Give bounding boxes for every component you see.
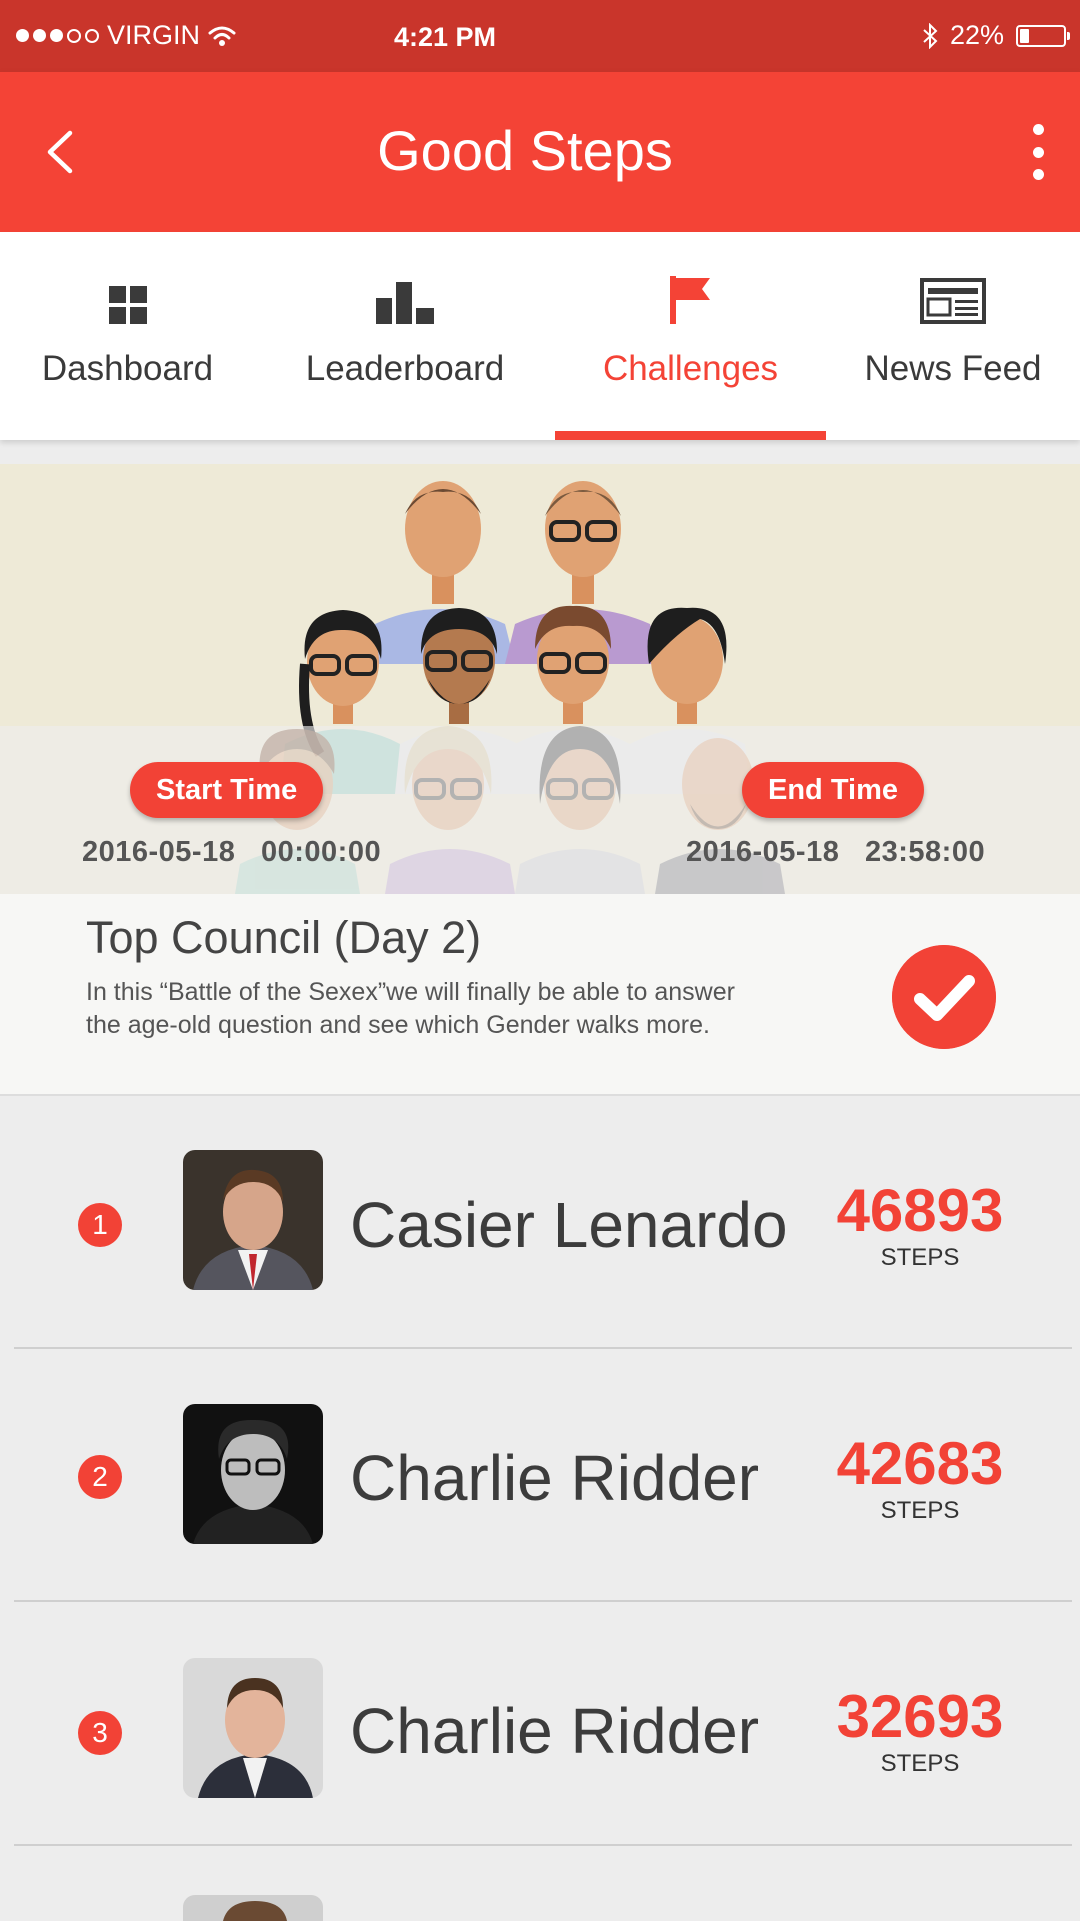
battery-icon bbox=[1016, 24, 1070, 47]
start-datetime: 2016-05-18 00:00:00 bbox=[82, 836, 382, 868]
avatar bbox=[183, 1150, 323, 1290]
step-count: 42683 STEPS bbox=[800, 1433, 1040, 1525]
rank-badge: 2 bbox=[78, 1455, 122, 1499]
tab-challenges[interactable]: Challenges bbox=[555, 232, 826, 440]
checkmark-icon[interactable] bbox=[892, 945, 996, 1049]
list-item[interactable]: 1 Casier Lenardo 46893 STEPS bbox=[0, 1096, 1080, 1349]
tab-leaderboard[interactable]: Leaderboard bbox=[255, 232, 555, 440]
list-item[interactable]: 3 Charlie Ridder 32693 STEPS bbox=[0, 1602, 1080, 1846]
avatar bbox=[183, 1895, 323, 1921]
avatar bbox=[183, 1404, 323, 1544]
rank-badge: 1 bbox=[78, 1203, 122, 1247]
step-count: 32693 STEPS bbox=[800, 1686, 1040, 1778]
step-unit: STEPS bbox=[880, 1497, 960, 1524]
more-vertical-icon[interactable] bbox=[1020, 124, 1056, 180]
tab-label: Dashboard bbox=[41, 349, 214, 388]
tab-label: Leaderboard bbox=[305, 349, 505, 388]
status-right-group: 22% bbox=[922, 20, 1070, 51]
participant-name: Casier Lenardo bbox=[350, 1189, 788, 1261]
tab-label: News Feed bbox=[864, 349, 1042, 388]
step-value: 42683 bbox=[836, 1430, 1004, 1497]
challenge-description: In this “Battle of the Sexex”we will fin… bbox=[86, 978, 735, 1039]
participant-name: Charlie Ridder bbox=[350, 1695, 760, 1767]
rank-badge: 3 bbox=[78, 1711, 122, 1755]
app-title: Good Steps bbox=[377, 119, 673, 182]
step-unit: STEPS bbox=[880, 1244, 960, 1271]
end-datetime: 2016-05-18 23:58:00 bbox=[686, 836, 986, 868]
step-unit: STEPS bbox=[880, 1750, 960, 1777]
app-bar: Good Steps bbox=[0, 72, 1080, 232]
participant-name: Charlie Ridder bbox=[350, 1442, 760, 1514]
challenge-title: Top Council (Day 2) bbox=[86, 912, 482, 963]
status-bar: VIRGIN 4:21 PM 22% bbox=[0, 0, 1080, 72]
step-value: 46893 bbox=[836, 1177, 1004, 1244]
flag-icon bbox=[669, 276, 710, 324]
tab-dashboard[interactable]: Dashboard bbox=[0, 232, 255, 440]
bar-chart-icon bbox=[376, 282, 434, 324]
step-count: 46893 STEPS bbox=[800, 1180, 1040, 1272]
challenge-banner: Start Time End Time 2016-05-18 00:00:00 … bbox=[0, 464, 1080, 894]
challenge-info: Top Council (Day 2) In this “Battle of t… bbox=[0, 894, 1080, 1096]
tab-bar: Dashboard Leaderboard Challenges News Fe… bbox=[0, 232, 1080, 440]
newspaper-icon bbox=[920, 278, 986, 324]
tab-label: Challenges bbox=[602, 349, 779, 388]
avatar bbox=[183, 1658, 323, 1798]
bluetooth-icon bbox=[923, 22, 938, 49]
end-time-badge: End Time bbox=[742, 762, 924, 818]
tab-news-feed[interactable]: News Feed bbox=[826, 232, 1080, 440]
battery-percent: 22% bbox=[949, 20, 1004, 50]
clock: 4:21 PM bbox=[393, 22, 497, 52]
list-item[interactable]: 2 Charlie Ridder 42683 STEPS bbox=[0, 1349, 1080, 1602]
step-value: 32693 bbox=[836, 1683, 1004, 1750]
start-time-badge: Start Time bbox=[130, 762, 324, 818]
list-item[interactable] bbox=[0, 1846, 1080, 1921]
grid-icon bbox=[108, 286, 147, 324]
